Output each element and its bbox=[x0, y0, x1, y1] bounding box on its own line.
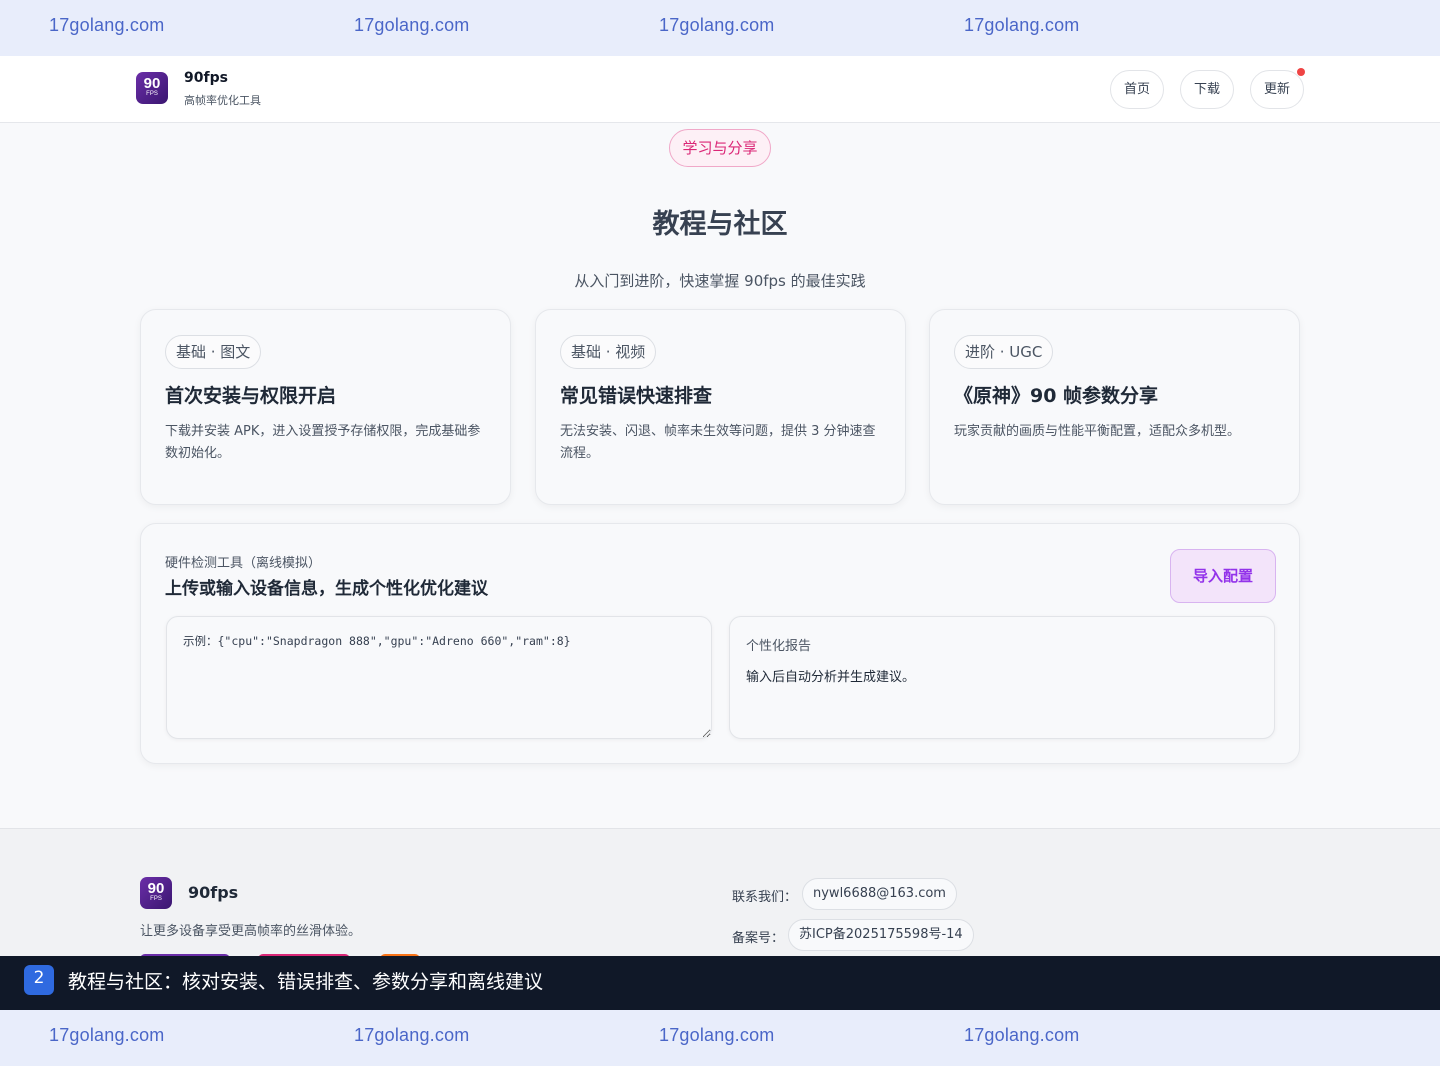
site-header: 90 FPS 90fps 高帧率优化工具 首页 下载 更新 bbox=[0, 56, 1440, 123]
footer-brand-name: 90fps bbox=[188, 883, 239, 902]
brand-subtitle: 高帧率优化工具 bbox=[184, 94, 261, 107]
update-notification-dot bbox=[1297, 68, 1305, 76]
watermark-text: 17golang.com bbox=[964, 1025, 1080, 1045]
footer-logo: 90 FPS bbox=[140, 877, 172, 909]
nav-home-button[interactable]: 首页 bbox=[1110, 70, 1164, 109]
tutorial-card[interactable]: 进阶 · UGC 《原神》90 帧参数分享 玩家贡献的画质与性能平衡配置，适配众… bbox=[929, 309, 1300, 505]
import-config-button[interactable]: 导入配置 bbox=[1170, 549, 1276, 603]
card-description: 下载并安装 APK，进入设置授予存储权限，完成基础参数初始化。 bbox=[165, 424, 481, 461]
caption-text: 教程与社区：核对安装、错误排查、参数分享和离线建议 bbox=[68, 971, 544, 993]
hardware-tool-panel: 硬件检测工具（离线模拟） 上传或输入设备信息，生成个性化优化建议 导入配置 个性… bbox=[140, 523, 1300, 764]
watermark-bar-top: 17golang.com 17golang.com 17golang.com 1… bbox=[0, 0, 1440, 56]
caption-bar: 2 教程与社区：核对安装、错误排查、参数分享和离线建议 bbox=[0, 956, 1440, 1010]
card-description: 无法安装、闪退、帧率未生效等问题，提供 3 分钟速查流程。 bbox=[560, 424, 876, 461]
contact-label: 联系我们： bbox=[732, 890, 798, 905]
watermark-text: 17golang.com bbox=[354, 15, 470, 35]
logo-fps: FPS bbox=[150, 896, 162, 902]
logo-number: 90 bbox=[143, 75, 161, 92]
footer-slogan: 让更多设备享受更高帧率的丝滑体验。 bbox=[140, 924, 362, 939]
watermark-bar-bottom: 17golang.com 17golang.com 17golang.com 1… bbox=[0, 1010, 1440, 1066]
logo-fps: FPS bbox=[146, 91, 158, 97]
device-info-input[interactable] bbox=[166, 616, 712, 739]
watermark-text: 17golang.com bbox=[659, 15, 775, 35]
nav-download-button[interactable]: 下载 bbox=[1180, 70, 1234, 109]
section-title: 教程与社区 bbox=[652, 209, 788, 240]
tool-title: 上传或输入设备信息，生成个性化优化建议 bbox=[165, 579, 488, 599]
brand-name[interactable]: 90fps bbox=[184, 70, 228, 86]
icp-number[interactable]: 苏ICP备2025175598号-14 bbox=[788, 919, 974, 951]
personal-report: 个性化报告 输入后自动分析并生成建议。 bbox=[729, 616, 1275, 739]
nav-update-button[interactable]: 更新 bbox=[1250, 70, 1304, 109]
card-tag: 进阶 · UGC bbox=[954, 335, 1054, 369]
watermark-text: 17golang.com bbox=[659, 1025, 775, 1045]
tool-label: 硬件检测工具（离线模拟） bbox=[165, 556, 322, 571]
section-pill: 学习与分享 bbox=[669, 129, 771, 167]
report-text: 输入后自动分析并生成建议。 bbox=[746, 670, 916, 685]
card-tag: 基础 · 图文 bbox=[165, 335, 262, 369]
card-tag: 基础 · 视频 bbox=[560, 335, 657, 369]
report-label: 个性化报告 bbox=[746, 639, 812, 654]
card-title: 常见错误快速排查 bbox=[560, 385, 713, 407]
card-title: 首次安装与权限开启 bbox=[165, 385, 337, 407]
card-description: 玩家贡献的画质与性能平衡配置，适配众多机型。 bbox=[954, 424, 1241, 439]
card-title: 《原神》90 帧参数分享 bbox=[954, 385, 1159, 407]
logo-number: 90 bbox=[147, 880, 165, 897]
watermark-text: 17golang.com bbox=[49, 1025, 165, 1045]
watermark-text: 17golang.com bbox=[964, 15, 1080, 35]
tutorial-card[interactable]: 基础 · 图文 首次安装与权限开启 下载并安装 APK，进入设置授予存储权限，完… bbox=[140, 309, 511, 505]
watermark-text: 17golang.com bbox=[49, 15, 165, 35]
section-subtitle: 从入门到进阶，快速掌握 90fps 的最佳实践 bbox=[574, 272, 866, 290]
caption-step-number: 2 bbox=[24, 965, 54, 995]
tutorial-card[interactable]: 基础 · 视频 常见错误快速排查 无法安装、闪退、帧率未生效等问题，提供 3 分… bbox=[535, 309, 906, 505]
watermark-text: 17golang.com bbox=[354, 1025, 470, 1045]
contact-email[interactable]: nywl6688@163.com bbox=[802, 878, 957, 910]
app-logo[interactable]: 90 FPS bbox=[136, 72, 168, 104]
site-footer: 90 FPS 90fps 让更多设备享受更高帧率的丝滑体验。 联系我们： nyw… bbox=[0, 828, 1440, 956]
icp-label: 备案号： bbox=[732, 931, 785, 946]
